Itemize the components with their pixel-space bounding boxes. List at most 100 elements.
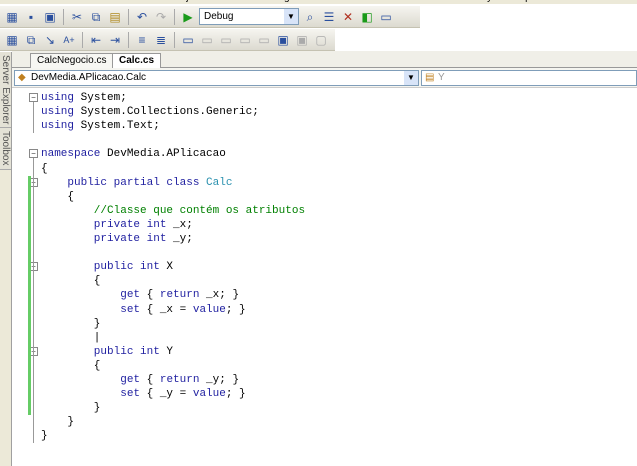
menu-help[interactable]: Help (510, 0, 531, 4)
prev-bookmark-folder-icon[interactable]: ▭ (237, 32, 253, 48)
tab-calcnegocio[interactable]: CalcNegocio.cs (30, 53, 114, 68)
collapse-icon[interactable]: − (29, 93, 38, 102)
copy-icon[interactable]: ⧉ (88, 9, 104, 25)
command-window-icon[interactable]: ▭ (378, 9, 394, 25)
code-token: { (41, 162, 48, 175)
code-token: ; } (225, 388, 246, 401)
separator (63, 8, 64, 25)
start-debugging-icon[interactable]: ▶ (180, 9, 196, 25)
server-explorer-tab[interactable]: Server Explorer (0, 52, 11, 129)
code-line: public int X (41, 260, 173, 274)
code-token: { _y = (140, 388, 193, 401)
text-editor-toolbar: ▦ ⧉ ↘ A+ ⇤ ⇥ ≡ ≣ ▭ ▭ ▭ ▭ ▭ ▣ ▣ ▢ (0, 29, 335, 51)
type-value: DevMedia.APlicacao.Calc (31, 72, 147, 83)
tools-icon[interactable]: ✕ (340, 9, 356, 25)
tab-calc[interactable]: Calc.cs (112, 53, 162, 68)
code-line: { (41, 190, 74, 204)
menu-build[interactable]: Build (220, 0, 242, 4)
new-project-icon[interactable]: ▦ (4, 9, 20, 25)
code-line: public partial class Calc (41, 176, 232, 190)
complete-word-icon[interactable]: A+ (61, 32, 77, 48)
undo-icon[interactable]: ↶ (134, 9, 150, 25)
menu-project[interactable]: Project (171, 0, 202, 4)
navigation-bar: ◆ DevMedia.APlicacao.Calc ▼ ▤ Y (12, 68, 637, 88)
separator (174, 8, 175, 25)
code-token: get (41, 374, 141, 386)
next-bookmark-icon[interactable]: ▭ (218, 32, 234, 48)
code-token: System.Collections.Generic; (74, 106, 259, 119)
code-token: set (41, 388, 141, 401)
code-token: ; } (225, 303, 246, 316)
code-token: Calc (206, 176, 233, 189)
code-line: { (41, 162, 48, 176)
start-page-icon[interactable]: ◧ (359, 9, 375, 25)
outline-line (33, 158, 34, 444)
menu-data[interactable]: Data (308, 0, 329, 4)
quick-info-icon[interactable]: ↘ (42, 32, 58, 48)
code-token: get (41, 289, 141, 302)
toolbox-tab[interactable]: Toolbox (0, 128, 11, 170)
code-line: using System; (41, 91, 127, 105)
increase-indent-icon[interactable]: ⇥ (107, 32, 123, 48)
menu-file[interactable]: File (6, 0, 22, 4)
solution-configuration-select[interactable]: Debug ▼ (199, 8, 299, 25)
outline-line (33, 102, 34, 134)
code-token: { (140, 374, 160, 386)
save-all-icon[interactable]: ▣ (42, 9, 58, 25)
document-tabs: CalcNegocio.cs Calc.cs (12, 51, 637, 68)
code-line: //Classe que contém os atributos (41, 204, 305, 218)
uncomment-icon[interactable]: ≣ (153, 32, 169, 48)
clear-bookmarks-icon[interactable]: ▢ (313, 32, 329, 48)
prev-bookmark-doc-icon[interactable]: ▣ (275, 32, 291, 48)
menu-tools[interactable]: Tools (347, 0, 370, 4)
code-token: _x; (166, 218, 193, 231)
find-icon[interactable]: ⌕ (302, 9, 318, 25)
code-token: } (41, 402, 101, 415)
redo-icon[interactable]: ↷ (153, 9, 169, 25)
code-line: } (41, 401, 101, 415)
menu-debug[interactable]: Debug (260, 0, 289, 4)
menu-view[interactable]: View (75, 0, 97, 4)
save-icon[interactable]: ▪ (23, 9, 39, 25)
code-token: value (192, 303, 226, 316)
code-token: using (41, 120, 75, 133)
cut-icon[interactable]: ✂ (69, 9, 85, 25)
code-token: set (41, 303, 141, 316)
code-line: private int _y; (41, 232, 193, 246)
member-value: Y (438, 72, 445, 83)
object-members-icon[interactable]: ▦ (4, 32, 20, 48)
parameter-info-icon[interactable]: ⧉ (23, 32, 39, 48)
menu-community[interactable]: Community (442, 0, 493, 4)
properties-icon[interactable]: ☰ (321, 9, 337, 25)
standard-toolbar: ▦ ▪ ▣ ✂ ⧉ ▤ ↶ ↷ ▶ Debug ▼ ⌕ ☰ ✕ ◧ ▭ (0, 6, 420, 28)
code-token: _y; } (199, 374, 240, 386)
code-token: _x; } (199, 289, 240, 302)
types-dropdown[interactable]: ◆ DevMedia.APlicacao.Calc ▼ (14, 70, 419, 86)
code-line: public int Y (41, 345, 173, 359)
property-icon: ▤ (425, 72, 435, 83)
paste-icon[interactable]: ▤ (107, 9, 123, 25)
code-token: { (41, 359, 101, 372)
decrease-indent-icon[interactable]: ⇤ (88, 32, 104, 48)
code-token: X (159, 261, 174, 274)
collapse-icon[interactable]: − (29, 149, 38, 159)
menu-window[interactable]: Window (388, 0, 424, 4)
menu-edit[interactable]: Edit (40, 0, 57, 4)
code-line: } (41, 429, 48, 443)
next-bookmark-doc-icon[interactable]: ▣ (294, 32, 310, 48)
code-token: private int (41, 233, 167, 245)
code-token: public int (41, 261, 160, 274)
code-token: namespace (41, 148, 101, 161)
comment-icon[interactable]: ≡ (134, 32, 150, 48)
code-editor[interactable]: using System; using System.Collections.Ge… (12, 88, 637, 466)
menu-refactor[interactable]: Refactor (115, 0, 153, 4)
tab-label: CalcNegocio.cs (37, 55, 107, 66)
code-line: set { _y = value; } (41, 387, 246, 401)
prev-bookmark-icon[interactable]: ▭ (199, 32, 215, 48)
code-token: using (41, 106, 75, 119)
code-line: namespace DevMedia.APlicacao (41, 147, 226, 161)
code-token: DevMedia.APlicacao (100, 148, 226, 161)
members-dropdown[interactable]: ▤ Y (421, 70, 637, 86)
next-bookmark-folder-icon[interactable]: ▭ (256, 32, 272, 48)
bookmark-icon[interactable]: ▭ (180, 32, 196, 48)
